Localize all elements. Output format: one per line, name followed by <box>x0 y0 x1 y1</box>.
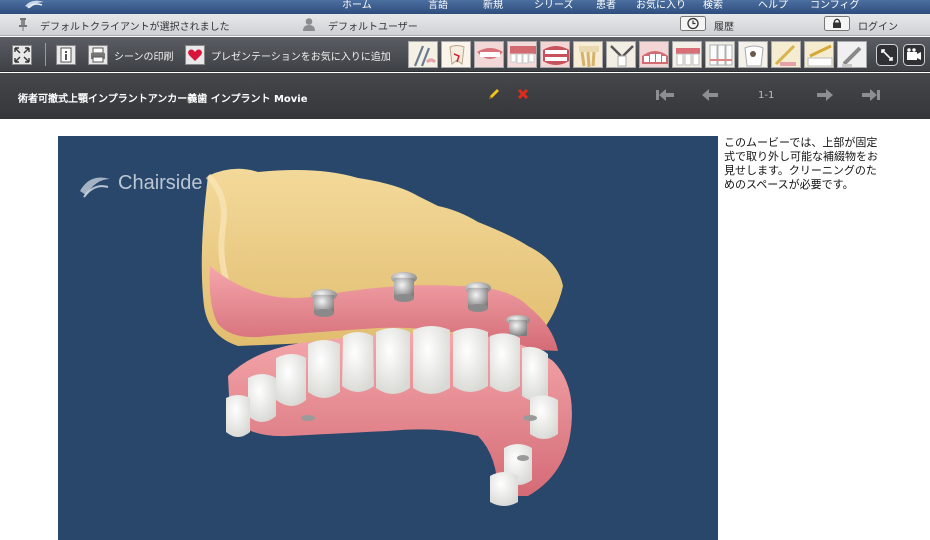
video-camera-icon[interactable] <box>903 44 925 66</box>
fit-screen-icon[interactable] <box>12 45 32 65</box>
pin-icon <box>19 18 27 31</box>
thumbnail-lower-arch[interactable] <box>639 41 669 68</box>
app-logo-icon <box>25 0 44 9</box>
next-page-icon[interactable] <box>816 88 834 102</box>
menu-favorites[interactable]: お気に入り <box>636 0 686 14</box>
history-link[interactable]: 履歴 <box>714 18 734 33</box>
selected-client-text: デフォルトクライアントが選択されました <box>40 22 230 33</box>
thumbnail-open-mouth[interactable] <box>540 41 570 68</box>
thumbnail-probe[interactable] <box>771 41 801 68</box>
thumbnail-brushing[interactable] <box>804 41 834 68</box>
movie-player[interactable] <box>58 136 718 540</box>
thumbnail-smile[interactable] <box>474 41 504 68</box>
menu-language[interactable]: 言語 <box>428 0 448 14</box>
menu-patient[interactable]: 患者 <box>596 0 616 14</box>
delete-x-icon[interactable] <box>517 88 529 100</box>
menu-new[interactable]: 新規 <box>483 0 503 14</box>
presentation-title: 術者可撤式上顎インプラントアンカー義歯 インプラント Movie <box>18 94 308 105</box>
presentation-title-bar: 術者可撤式上顎インプラントアンカー義歯 インプラント Movie 1-1 <box>0 73 930 119</box>
lock-icon[interactable] <box>824 16 850 31</box>
user-icon <box>303 18 315 31</box>
menu-config[interactable]: コンフィグ <box>810 0 860 14</box>
thumbnail-upper-teeth[interactable] <box>507 41 537 68</box>
menu-help[interactable]: ヘルプ <box>758 0 788 14</box>
menu-series[interactable]: シリーズ <box>534 0 574 14</box>
tool-bar: シーンの印刷 プレゼンテーションをお気に入りに追加 <box>0 37 930 72</box>
menu-search[interactable]: 検索 <box>703 0 723 14</box>
edit-pencil-icon[interactable] <box>487 87 501 101</box>
thumbnail-crowns[interactable] <box>705 41 735 68</box>
page-indicator: 1-1 <box>758 90 775 101</box>
thumbnail-tooth-section[interactable] <box>441 41 471 68</box>
fullscreen-icon[interactable] <box>876 44 898 66</box>
previous-page-icon[interactable] <box>701 88 719 102</box>
implant-denture-illustration <box>201 168 572 506</box>
toolbar-divider <box>45 43 46 66</box>
movie-description: このムービーでは、上部が固定式で取り外し可能な補綴物をお見せします。クリーニング… <box>724 136 878 191</box>
add-to-favorites-button[interactable]: プレゼンテーションをお気に入りに追加 <box>211 48 391 63</box>
thumbnail-roots[interactable] <box>573 41 603 68</box>
app-window: ホーム 言語 新規 シリーズ 患者 お気に入り 検索 ヘルプ コンフィグ デフォ… <box>0 0 930 540</box>
status-bar: デフォルトクライアントが選択されました デフォルトユーザー 履歴 ログイン <box>0 14 930 36</box>
menu-bar: ホーム 言語 新規 シリーズ 患者 お気に入り 検索 ヘルプ コンフィグ <box>0 0 930 14</box>
chairside-logo-icon <box>80 177 110 198</box>
login-link[interactable]: ログイン <box>858 18 898 33</box>
chairside-brand-text: Chairside <box>118 172 203 194</box>
thumbnail-instruments[interactable] <box>408 41 438 68</box>
thumbnail-bridge[interactable] <box>672 41 702 68</box>
thumbnail-cavity[interactable] <box>738 41 768 68</box>
thumbnail-implant-tool[interactable] <box>837 41 867 68</box>
first-page-icon[interactable] <box>655 88 675 102</box>
thumbnail-extraction[interactable] <box>606 41 636 68</box>
current-user-text: デフォルトユーザー <box>328 22 418 33</box>
print-scene-icon[interactable] <box>88 45 108 65</box>
heart-favorite-icon[interactable] <box>185 45 205 65</box>
menu-home[interactable]: ホーム <box>342 0 372 14</box>
history-clock-icon[interactable] <box>680 16 706 31</box>
print-scene-button[interactable]: シーンの印刷 <box>114 48 174 63</box>
document-info-icon[interactable] <box>56 45 76 65</box>
last-page-icon[interactable] <box>861 88 881 102</box>
